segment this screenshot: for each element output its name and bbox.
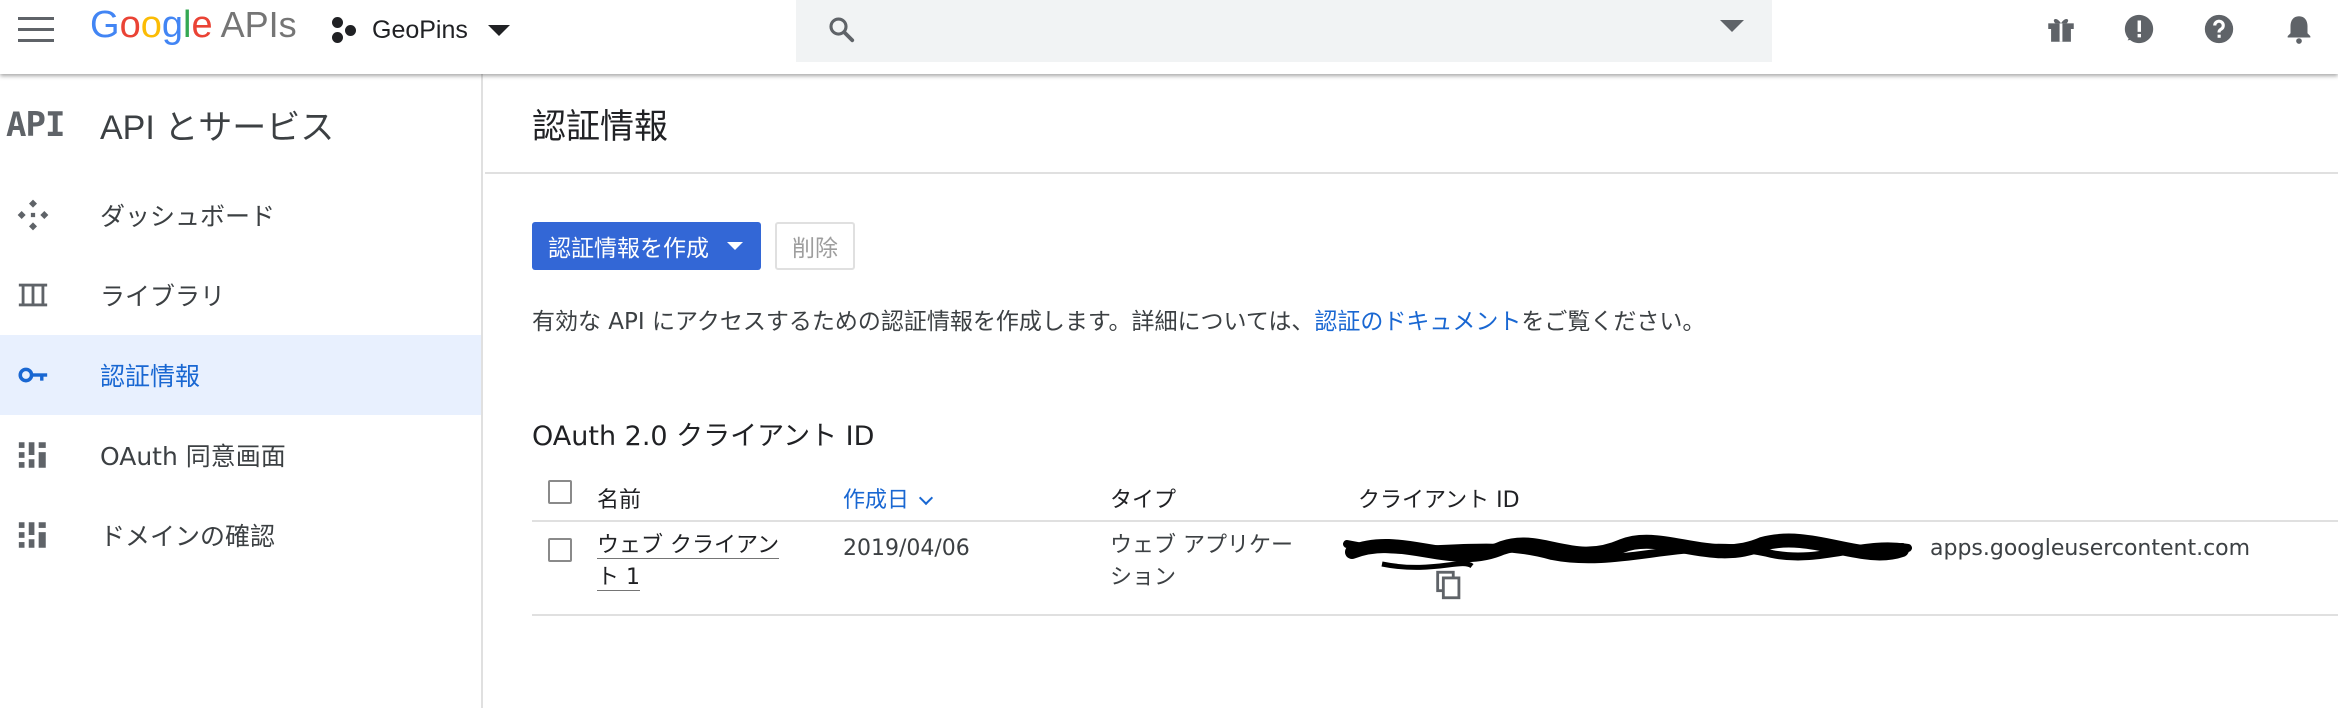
logo-letter: e [191,4,213,46]
action-bar: 認証情報を作成 削除 [532,222,855,270]
project-icon [330,15,360,45]
client-name-cell: ウェブ クライアン ト 1 [597,530,780,594]
oauth-clients-table: 名前 作成日 タイプ クライアント ID ウェブ クライアン ト 1 2019/… [532,466,2338,616]
feedback-icon[interactable] [2122,12,2156,50]
table-row: ウェブ クライアン ト 1 2019/04/06 ウェブ アプリケー ション a… [532,522,2338,616]
client-type-line: ウェブ アプリケー [1110,533,1293,558]
sort-descending-icon [918,490,934,506]
auth-docs-link[interactable]: 認証のドキュメント [1314,309,1521,335]
sidebar: API API とサービス ダッシュボード ライブラリ 認証情報 OAuth 同… [0,74,483,708]
sidebar-header: API API とサービス [0,74,481,175]
chevron-down-icon [727,242,743,250]
delete-button[interactable]: 削除 [775,222,855,270]
sidebar-item-label: ダッシュボード [100,202,276,231]
row-checkbox[interactable] [548,538,572,562]
created-date-cell: 2019/04/06 [843,536,970,561]
page-title: 認証情報 [532,106,668,147]
create-credentials-button[interactable]: 認証情報を作成 [532,222,761,270]
logo-letter: l [182,4,192,46]
main-header: 認証情報 [485,74,2338,174]
sidebar-nav: ダッシュボード ライブラリ 認証情報 OAuth 同意画面 ドメインの確認 [0,175,481,575]
logo-letter: o [140,4,162,46]
column-header-created-label: 作成日 [843,488,910,513]
client-name-link[interactable]: ト 1 [597,565,640,591]
sidebar-title: API とサービス [100,109,335,147]
sidebar-item-label: 認証情報 [100,362,201,391]
search-icon [829,17,855,43]
consent-screen-icon [0,438,100,472]
sidebar-item-domain-verification[interactable]: ドメインの確認 [0,495,481,575]
dashboard-icon [0,198,100,232]
sidebar-item-credentials[interactable]: 認証情報 [0,335,481,415]
key-icon [0,358,100,392]
select-all-checkbox[interactable] [548,480,572,504]
credentials-description: 有効な API にアクセスするための認証情報を作成します。詳細については、認証の… [532,302,1705,336]
copy-icon[interactable] [1432,568,1466,602]
gift-icon[interactable] [2044,12,2078,50]
column-header-type[interactable]: タイプ [1110,482,1176,514]
table-header: 名前 作成日 タイプ クライアント ID [532,466,2338,522]
client-type-line: ション [1110,565,1177,590]
client-name-link[interactable]: ウェブ クライアン [597,533,780,559]
logo-letter: o [119,4,141,46]
logo-suffix: APIs [220,4,297,45]
api-logo-icon: API [6,104,65,145]
notifications-icon[interactable] [2282,12,2316,50]
column-header-client-id[interactable]: クライアント ID [1358,482,1520,514]
domain-verification-icon [0,518,100,552]
redaction-scribble [1343,533,1912,570]
column-header-created[interactable]: 作成日 [843,482,934,514]
logo-letter: G [90,4,120,46]
project-name: GeoPins [372,15,468,44]
sidebar-item-dashboard[interactable]: ダッシュボード [0,175,481,255]
logo-letter: g [161,4,183,46]
description-text: 有効な API にアクセスするための認証情報を作成します。詳細については、 [532,309,1315,335]
client-type-cell: ウェブ アプリケー ション [1110,530,1293,594]
column-header-name[interactable]: 名前 [597,482,641,514]
google-apis-logo[interactable]: Google APIs [90,0,297,50]
menu-icon[interactable] [18,17,54,43]
help-icon[interactable] [2202,12,2236,50]
search-options-dropdown-icon[interactable] [1720,20,1744,32]
sidebar-item-library[interactable]: ライブラリ [0,255,481,335]
sidebar-item-label: ライブラリ [100,282,226,311]
sidebar-item-label: OAuth 同意画面 [100,442,286,471]
description-text: をご覧ください。 [1521,309,1706,335]
library-icon [0,278,100,312]
top-app-bar: Google APIs GeoPins [0,0,2338,74]
sidebar-item-label: ドメインの確認 [100,522,276,551]
search-input[interactable] [796,0,1772,62]
project-selector[interactable]: GeoPins [330,10,510,50]
client-id-cell: apps.googleusercontent.com [1930,536,2251,561]
oauth-section-title: OAuth 2.0 クライアント ID [532,421,875,452]
sidebar-item-oauth-consent[interactable]: OAuth 同意画面 [0,415,481,495]
main-content: 認証情報 認証情報を作成 削除 有効な API にアクセスするための認証情報を作… [485,74,2338,708]
chevron-down-icon [487,24,510,36]
create-credentials-label: 認証情報を作成 [548,236,709,262]
